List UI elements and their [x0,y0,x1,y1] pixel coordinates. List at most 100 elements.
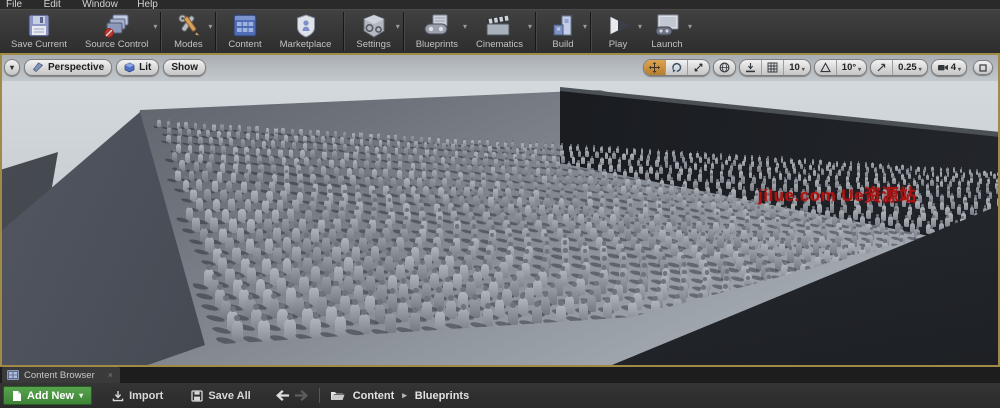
camera-speed-group: 4▾ [931,59,967,76]
menu-help[interactable]: Help [137,0,158,9]
scale-tool-button[interactable] [687,60,709,75]
scale-snap-value[interactable]: 0.25▾ [892,60,927,75]
menu-edit[interactable]: Edit [44,0,61,9]
crowd-figure [316,130,319,137]
show-flags-button[interactable]: Show [163,59,206,76]
crowd-figure [462,158,466,166]
chevron-down-icon: ▾ [919,66,922,75]
crowd-figure [359,168,364,178]
crowd-figure [676,229,682,241]
crowd-figure [655,172,659,180]
rotate-tool-button[interactable] [665,60,687,75]
crowd-figure [283,237,291,253]
crowd-figure [649,167,653,174]
crowd-figure [497,146,500,153]
world-coordinate-button[interactable] [714,60,735,75]
crowd-figure [618,221,624,233]
launch-dropdown-icon[interactable]: ▾ [688,22,692,31]
crowd-figure [473,195,479,206]
breadcrumb-content[interactable]: Content [353,390,395,402]
maximize-viewport-button[interactable] [973,60,993,75]
crowd-figure [738,182,742,190]
modes-dropdown-icon[interactable]: ▾ [208,22,212,31]
marketplace-button[interactable]: Marketplace [271,10,341,53]
toolbar-separator [343,12,344,51]
crowd-figure [510,280,519,297]
build-icon [548,12,578,39]
camera-speed-value-label: 4 [951,62,956,73]
crowd-figure [247,219,255,233]
crowd-figure [292,142,296,150]
add-new-button[interactable]: Add New ▾ [3,386,92,405]
grid-snap-value[interactable]: 10▾ [783,60,810,75]
crowd-figure [228,198,235,211]
launch-icon [651,12,683,39]
modes-icon [173,12,203,39]
back-arrow-button[interactable] [275,390,289,401]
launch-button[interactable]: Launch ▾ [642,10,692,53]
crowd-figure [598,164,602,171]
crowd-figure [456,179,461,189]
crowd-figure [273,247,282,263]
build-dropdown-icon[interactable]: ▾ [583,22,587,31]
level-viewport[interactable]: jilue.com Ue资源站 ▾ Perspective Lit Show [0,55,1000,365]
close-icon[interactable]: × [108,370,113,380]
crowd-figure [947,172,950,177]
coordinate-system-group [713,59,736,76]
viewport-options-button[interactable]: ▾ [4,59,20,76]
crowd-figure [451,156,455,164]
crowd-figure [378,176,383,186]
cinematics-dropdown-icon[interactable]: ▾ [528,22,532,31]
camera-mode-button[interactable]: Perspective [24,59,112,76]
cinematics-button[interactable]: Cinematics ▾ [467,10,532,53]
content-button[interactable]: Content [219,10,270,53]
source-control-dropdown-icon[interactable]: ▾ [153,22,157,31]
scale-snap-toggle[interactable] [871,60,892,75]
camera-speed-button[interactable]: 4▾ [932,60,966,75]
crowd-figure [866,210,871,219]
breadcrumb-blueprints[interactable]: Blueprints [415,390,469,402]
crowd-figure [707,158,710,164]
camera-mode-label: Perspective [48,62,104,73]
view-mode-button[interactable]: Lit [116,59,159,76]
save-current-icon [24,12,54,39]
source-control-button[interactable]: Source Control ▾ [76,10,157,53]
modes-button[interactable]: Modes ▾ [164,10,212,53]
settings-dropdown-icon[interactable]: ▾ [396,22,400,31]
crowd-figure [511,142,514,148]
main-toolbar: Save Current Source Control ▾ Modes ▾ Co… [0,9,1000,53]
crowd-figure [281,140,285,148]
import-button[interactable]: Import [102,390,173,402]
grid-snap-toggle[interactable] [761,60,783,75]
surface-snap-button[interactable] [740,60,761,75]
rotation-snap-toggle[interactable] [815,60,836,75]
content-browser-tab[interactable]: Content Browser × [2,367,120,383]
forward-arrow-button[interactable] [295,390,309,401]
crowd-figure [572,157,576,164]
save-current-button[interactable]: Save Current [2,10,76,53]
save-all-button[interactable]: Save All [181,390,260,402]
crowd-figure [311,266,320,284]
menu-file[interactable]: File [6,0,22,9]
crowd-figure [458,309,468,329]
crowd-figure [646,186,651,195]
build-button[interactable]: Build ▾ [539,10,587,53]
crowd-figure [888,216,893,226]
move-tool-button[interactable] [644,60,665,75]
settings-button[interactable]: Settings ▾ [347,10,399,53]
surface-snap-icon [745,62,756,73]
crowd-figure [185,153,190,163]
save-current-label: Save Current [11,39,67,50]
rotation-snap-value[interactable]: 10°▾ [836,60,866,75]
menu-window[interactable]: Window [82,0,118,9]
play-button[interactable]: Play ▾ [594,10,642,53]
blueprints-button[interactable]: Blueprints ▾ [407,10,467,53]
crowd-figure [990,171,992,176]
crowd-figure [398,302,408,322]
crowd-figure [836,162,839,167]
toolbar-separator [403,12,404,51]
import-label: Import [129,390,163,402]
crowd-figure [700,236,707,249]
crowd-figure [940,202,944,210]
crowd-figure [360,139,364,146]
